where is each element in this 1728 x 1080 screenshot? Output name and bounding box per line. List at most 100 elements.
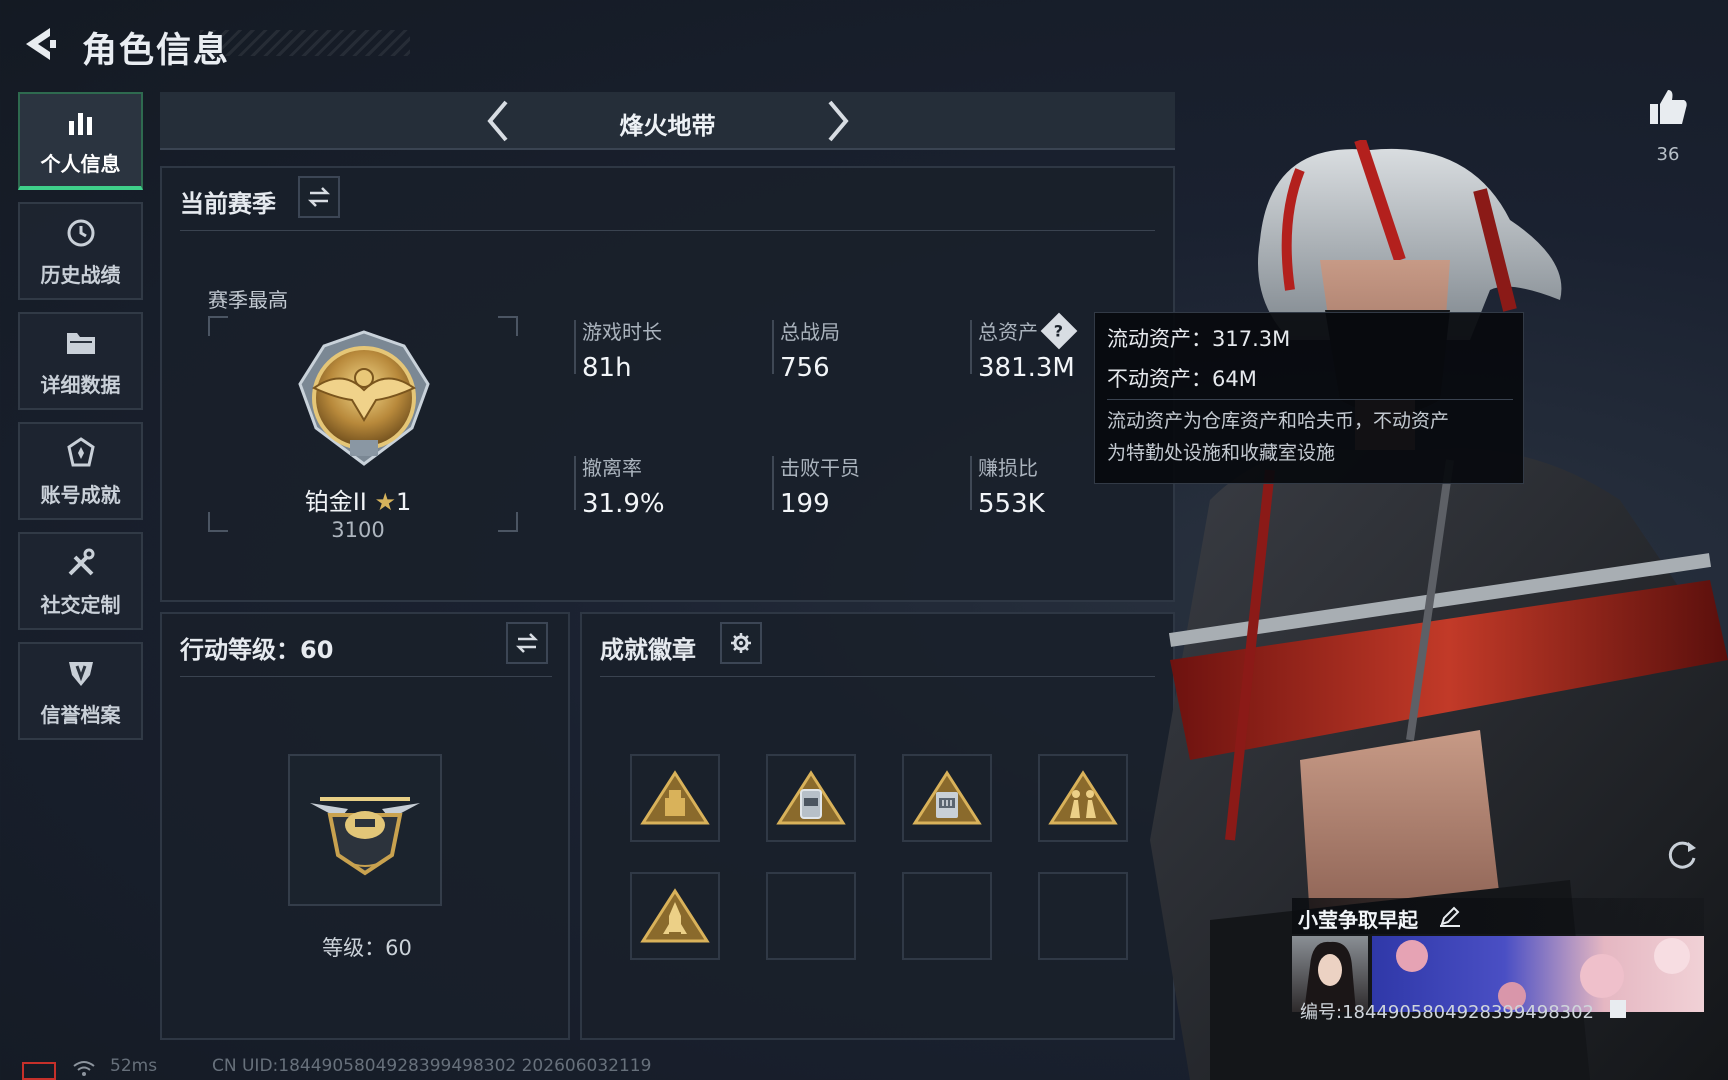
nav-label: 账号成就	[40, 482, 121, 507]
fixed-assets: 不动资产：64M	[1107, 367, 1257, 391]
rank-name: 铂金II	[304, 488, 367, 516]
stat-item: 赚损比 553K	[970, 452, 1045, 519]
action-level-switch-button[interactable]	[506, 622, 548, 664]
empty-badge-slot[interactable]	[902, 872, 992, 960]
wifi-icon	[72, 1058, 96, 1080]
stat-value: 199	[780, 489, 830, 519]
back-arrow-icon	[26, 28, 56, 60]
nav-label: 历史战绩	[40, 262, 121, 287]
helicopter-emblem-icon	[310, 797, 420, 876]
stat-value: 81h	[582, 353, 632, 383]
season-switch-button[interactable]	[298, 176, 340, 218]
page-title: 角色信息	[82, 31, 231, 71]
player-name: 小莹争取早起	[1298, 908, 1418, 932]
frame-corner	[208, 316, 228, 336]
divider	[600, 676, 1155, 677]
level-emblem-frame	[288, 754, 442, 906]
frame-corner	[498, 512, 518, 532]
stat-label: 总战局	[780, 320, 840, 344]
nav-item-personal-info[interactable]: 个人信息	[18, 92, 143, 190]
stat-tick	[574, 456, 576, 510]
empty-badge-slot[interactable]	[1038, 872, 1128, 960]
empty-badge-slot[interactable]	[766, 872, 856, 960]
stat-value: 381.3M	[978, 353, 1075, 383]
chevron-right-icon	[828, 100, 849, 142]
stat-label: 击败干员	[780, 456, 860, 480]
badge-slot[interactable]	[1038, 754, 1128, 842]
badges-settings-button[interactable]	[720, 622, 762, 664]
like-count: 36	[1656, 144, 1680, 165]
assets-tooltip: 流动资产：317.3M 不动资产：64M 流动资产为仓库资产和哈夫币，不动资产 …	[1094, 312, 1524, 484]
help-icon[interactable]: ?	[1040, 312, 1078, 349]
stat-item: 总战局 756	[772, 316, 840, 383]
badge-58-icon	[912, 770, 982, 825]
gear-icon	[731, 633, 751, 653]
divider	[1107, 399, 1513, 400]
nav-label: 信誉档案	[40, 702, 121, 727]
stat-tick	[970, 456, 972, 510]
folder-icon	[63, 325, 99, 361]
battery-icon	[22, 1062, 56, 1080]
nav-item-social[interactable]: 社交定制	[18, 532, 143, 630]
tooltip-desc-1: 流动资产为仓库资产和哈夫币，不动资产	[1107, 410, 1450, 432]
nav-item-achievements[interactable]: 账号成就	[18, 422, 143, 520]
swap-icon	[307, 187, 331, 207]
copy-id-icon[interactable]	[1610, 1000, 1626, 1018]
stat-value: 31.9%	[582, 489, 665, 519]
nav-label: 社交定制	[40, 592, 121, 617]
stat-item: 撤离率 31.9%	[574, 452, 665, 519]
history-icon	[63, 215, 99, 251]
badge-slot[interactable]	[630, 872, 720, 960]
player-card: 小莹争取早起 编号:1844905804928399498302	[1292, 898, 1704, 1023]
badge-slot[interactable]	[766, 754, 856, 842]
uid-label: CN UID:1844905804928399498302 2026060321…	[212, 1056, 652, 1076]
divider	[180, 676, 552, 677]
next-map-button[interactable]	[818, 98, 858, 144]
badges-panel: 成就徽章	[580, 612, 1175, 1040]
stat-tick	[970, 320, 972, 374]
stat-item: 总资产 ? 381.3M	[970, 312, 1078, 383]
back-button[interactable]	[20, 24, 60, 64]
swap-icon	[515, 633, 539, 653]
stat-label: 总资产	[978, 320, 1038, 344]
stat-tick	[772, 456, 774, 510]
nav-item-reputation[interactable]: 信誉档案	[18, 642, 143, 740]
frame-corner	[208, 512, 228, 532]
nav-label: 详细数据	[40, 372, 121, 397]
season-best-label: 赛季最高	[208, 288, 288, 312]
badge-soldiers-icon	[1048, 770, 1118, 825]
badge-rocket-icon	[640, 888, 710, 943]
edit-name-button[interactable]	[1438, 904, 1462, 928]
rank-points: 3100	[331, 518, 385, 542]
divider	[180, 230, 1155, 231]
like-button[interactable]	[1646, 86, 1690, 130]
badge-slot[interactable]	[630, 754, 720, 842]
level-label: 等级：60	[322, 936, 412, 960]
pencil-icon	[1440, 906, 1460, 927]
season-panel: 当前赛季 赛季最高 铂金II ★1 3100 游戏时长 81h 总战局 756 …	[160, 166, 1175, 602]
stat-tick	[772, 320, 774, 374]
rank-stars: 1	[396, 488, 412, 516]
action-level-panel: 行动等级：60 等级：60	[160, 612, 570, 1040]
rotate-button[interactable]	[1664, 838, 1700, 874]
stat-value: 756	[780, 353, 830, 383]
badge-canister-icon	[776, 770, 846, 825]
stat-value: 553K	[978, 489, 1045, 519]
season-title: 当前赛季	[180, 190, 276, 218]
stat-label: 撤离率	[582, 456, 642, 480]
nav-item-history[interactable]: 历史战绩	[18, 202, 143, 300]
thumbs-up-icon	[1650, 90, 1687, 124]
map-title: 烽火地带	[619, 112, 716, 140]
tooltip-desc-2: 为特勤处设施和收藏室设施	[1107, 442, 1336, 464]
ping-label: 52ms	[110, 1056, 158, 1076]
stat-label: 赚损比	[978, 456, 1038, 480]
stat-tick	[574, 320, 576, 374]
stat-item: 游戏时长 81h	[574, 316, 662, 383]
badge-slot[interactable]	[902, 754, 992, 842]
shield-icon	[63, 655, 99, 691]
badge-cargo-icon	[640, 770, 710, 825]
liquid-assets: 流动资产：317.3M	[1107, 327, 1291, 351]
nav-item-details[interactable]: 详细数据	[18, 312, 143, 410]
stat-item: 击败干员 199	[772, 452, 860, 519]
title-decoration	[200, 30, 410, 56]
